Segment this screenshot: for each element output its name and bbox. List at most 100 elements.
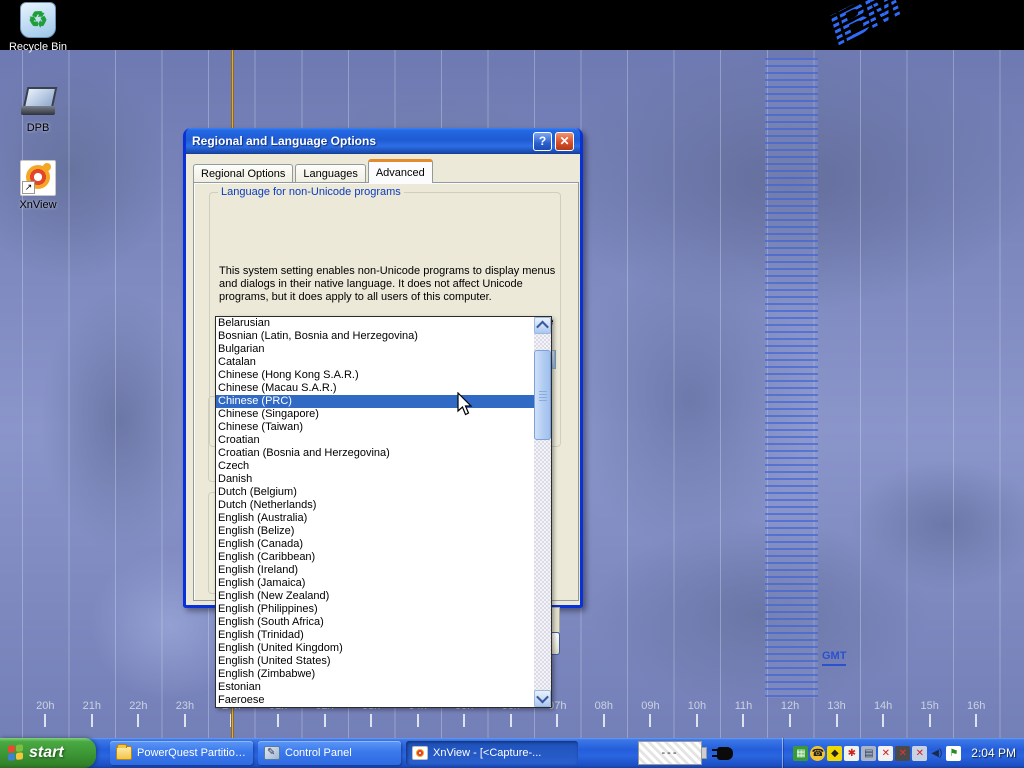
hour-label: 12h: [767, 700, 814, 738]
hour-label: 09h: [627, 700, 674, 738]
agent-phone-icon[interactable]: [810, 746, 825, 761]
language-list-item[interactable]: English (South Africa): [216, 616, 534, 629]
list-scrollbar[interactable]: [534, 317, 551, 707]
hour-label: 13h: [813, 700, 860, 738]
hour-label: 11h: [720, 700, 767, 738]
service-error-icon[interactable]: [844, 746, 859, 761]
description-text-1: This system setting enables non-Unicode …: [219, 265, 567, 304]
language-list-item[interactable]: Chinese (Hong Kong S.A.R.): [216, 369, 534, 382]
language-list-item[interactable]: Bulgarian: [216, 343, 534, 356]
dialog-title: Regional and Language Options: [192, 134, 530, 148]
scrollbar-thumb[interactable]: [534, 350, 551, 440]
windows-flag-icon: [8, 744, 24, 762]
window-icon: [412, 746, 428, 760]
dialog-tabs: Regional OptionsLanguagesAdvanced: [193, 162, 435, 183]
removable-device-icon[interactable]: [793, 746, 808, 761]
language-list-item[interactable]: Chinese (Macau S.A.R.): [216, 382, 534, 395]
volume-icon[interactable]: [929, 746, 944, 761]
battery-meter[interactable]: ---: [638, 741, 702, 765]
hour-label: 22h: [115, 700, 162, 738]
hour-tick: [417, 714, 419, 727]
window-icon: [116, 746, 132, 760]
language-list-item[interactable]: English (Jamaica): [216, 577, 534, 590]
laptop-icon: [21, 85, 55, 119]
hour-tick: [882, 714, 884, 727]
language-list-item[interactable]: English (United Kingdom): [216, 642, 534, 655]
hour-label: 20h: [22, 700, 69, 738]
language-list-item[interactable]: English (Trinidad): [216, 629, 534, 642]
hour-tick: [556, 714, 558, 727]
display-disconnected-icon[interactable]: [912, 746, 927, 761]
desktop-icon-recycle-bin[interactable]: ♻ Recycle Bin: [0, 2, 76, 53]
hour-tick: [649, 714, 651, 727]
language-list-item[interactable]: English (United States): [216, 655, 534, 668]
software-update-icon[interactable]: [827, 746, 842, 761]
shortcut-arrow-icon: ↗: [22, 181, 35, 194]
language-list-item[interactable]: Danish: [216, 473, 534, 486]
hour-label: 08h: [581, 700, 628, 738]
language-list-item[interactable]: English (Canada): [216, 538, 534, 551]
scroll-up-icon[interactable]: [534, 317, 551, 334]
hour-tick: [463, 714, 465, 727]
language-list-item[interactable]: English (New Zealand): [216, 590, 534, 603]
help-button[interactable]: ?: [533, 132, 552, 151]
top-black-strip: IBM: [0, 0, 1024, 50]
scroll-down-icon[interactable]: [534, 690, 551, 707]
language-list-item[interactable]: Czech: [216, 460, 534, 473]
language-list-item[interactable]: Faeroese: [216, 694, 534, 707]
taskbar-window-button[interactable]: XnView - [<Capture-...: [406, 741, 578, 765]
gmt-label: GMT: [822, 650, 846, 666]
hour-tick: [742, 714, 744, 727]
language-indicator-icon[interactable]: [946, 746, 961, 761]
network-computers-icon[interactable]: [861, 746, 876, 761]
language-list[interactable]: BelarusianBosnian (Latin, Bosnia and Her…: [216, 317, 534, 707]
mouse-cursor: [457, 392, 474, 420]
hour-tick: [789, 714, 791, 727]
language-list-item[interactable]: English (Australia): [216, 512, 534, 525]
language-list-item[interactable]: English (Caribbean): [216, 551, 534, 564]
tab[interactable]: Regional Options: [193, 164, 293, 183]
language-list-item[interactable]: Chinese (Singapore): [216, 408, 534, 421]
hour-label: 10h: [674, 700, 721, 738]
language-list-item[interactable]: Dutch (Netherlands): [216, 499, 534, 512]
language-list-item[interactable]: Bosnian (Latin, Bosnia and Herzegovina): [216, 330, 534, 343]
start-button[interactable]: start: [0, 738, 96, 768]
ac-plug-icon: [717, 747, 733, 760]
language-list-item[interactable]: Catalan: [216, 356, 534, 369]
taskbar-window-buttons: PowerQuest Partition... Control Panel Xn…: [110, 741, 578, 765]
hour-tick: [696, 714, 698, 727]
hour-label: 14h: [860, 700, 907, 738]
tab[interactable]: Languages: [295, 164, 365, 183]
language-list-item[interactable]: English (Belize): [216, 525, 534, 538]
language-list-item[interactable]: Chinese (PRC): [216, 395, 534, 408]
taskbar-window-button[interactable]: PowerQuest Partition...: [110, 741, 253, 765]
device-error-icon[interactable]: [895, 746, 910, 761]
ibm-logo: IBM: [821, 0, 908, 56]
desktop-icon-dpb[interactable]: DPB: [0, 85, 76, 134]
dialog-titlebar[interactable]: Regional and Language Options ? ✕: [186, 128, 580, 154]
language-list-item[interactable]: English (Ireland): [216, 564, 534, 577]
hour-tick: [370, 714, 372, 727]
taskbar-clock[interactable]: 2:04 PM: [971, 746, 1016, 760]
desktop-icon-xnview[interactable]: ↗ XnView: [0, 160, 76, 211]
hour-label: 15h: [906, 700, 953, 738]
language-list-item[interactable]: Estonian: [216, 681, 534, 694]
language-list-item[interactable]: English (Philippines): [216, 603, 534, 616]
hour-tick: [44, 714, 46, 727]
language-dropdown-list: BelarusianBosnian (Latin, Bosnia and Her…: [215, 316, 552, 708]
language-list-item[interactable]: Croatian: [216, 434, 534, 447]
language-list-item[interactable]: Belarusian: [216, 317, 534, 330]
xnview-icon: ↗: [20, 160, 56, 196]
tab[interactable]: Advanced: [368, 159, 433, 183]
hour-tick: [277, 714, 279, 727]
taskbar-window-button[interactable]: Control Panel: [258, 741, 401, 765]
language-list-item[interactable]: Dutch (Belgium): [216, 486, 534, 499]
hour-label: 21h: [69, 700, 116, 738]
hour-tick: [91, 714, 93, 727]
language-list-item[interactable]: Croatian (Bosnia and Herzegovina): [216, 447, 534, 460]
close-button[interactable]: ✕: [555, 132, 574, 151]
activity-disabled-icon[interactable]: [878, 746, 893, 761]
language-list-item[interactable]: English (Zimbabwe): [216, 668, 534, 681]
power-meter-band: ---: [638, 741, 733, 765]
language-list-item[interactable]: Chinese (Taiwan): [216, 421, 534, 434]
